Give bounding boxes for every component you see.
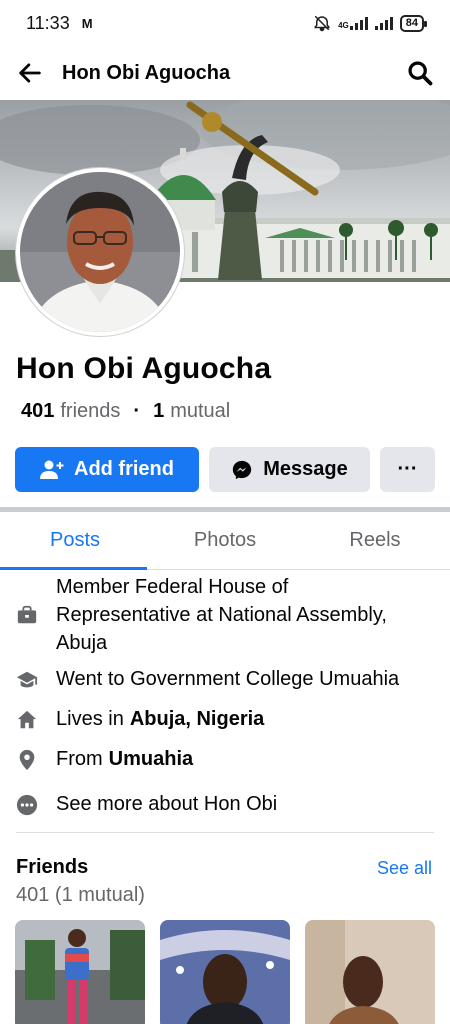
work-text: Member Federal House of Representative a… (56, 576, 387, 654)
briefcase-icon (17, 605, 37, 624)
carrier-icon: M (81, 15, 93, 31)
profile-avatar[interactable] (16, 168, 184, 336)
friends-count: 401 (21, 400, 55, 422)
profile-name: Hon Obi Aguocha (16, 352, 272, 385)
add-friend-label: Add friend (74, 458, 174, 480)
location-pin-icon (19, 749, 35, 770)
profile-tabs: Posts Photos Reels (0, 512, 450, 570)
graduation-cap-icon (16, 671, 38, 687)
alarm-off-icon (314, 15, 330, 32)
friends-divider (16, 832, 434, 833)
tab-posts[interactable]: Posts (0, 512, 150, 570)
intro-education: Went to Government College Umuahia (16, 668, 399, 691)
mutual-count: 1 (153, 400, 165, 422)
intro-lives: Lives in Abuja, Nigeria (16, 708, 264, 731)
signal-icon (349, 16, 368, 30)
friend-thumbnail[interactable] (305, 920, 435, 1024)
status-bar: 11:33 M 4G 84 (0, 0, 450, 46)
friend-thumbnail[interactable] (15, 920, 145, 1024)
separator-dot: · (133, 400, 141, 422)
signal-icon-2 (374, 16, 393, 30)
network-icon: 4G (338, 16, 368, 30)
see-more-about[interactable]: See more about Hon Obi (16, 793, 277, 816)
add-friend-button[interactable]: Add friend (15, 447, 199, 492)
friend-photo-2 (160, 920, 290, 1024)
lives-prefix: Lives in (56, 708, 124, 730)
messenger-icon (233, 460, 252, 479)
search-icon[interactable] (406, 59, 434, 87)
top-bar: Hon Obi Aguocha (0, 46, 450, 100)
friend-counts: 401 friends · 1 mutual (21, 400, 230, 423)
from-prefix: From (56, 748, 103, 770)
add-person-icon (40, 460, 64, 479)
friend-thumbnail[interactable] (160, 920, 290, 1024)
more-circle-icon (16, 794, 38, 815)
status-icons: 4G 84 (313, 14, 428, 32)
message-label: Message (263, 458, 348, 480)
more-dots-icon: ··· (397, 458, 418, 480)
mutual-label: mutual (170, 400, 231, 422)
back-arrow-icon[interactable] (16, 59, 44, 87)
more-options-button[interactable]: ··· (380, 447, 435, 492)
education-text: Went to Government College Umuahia (56, 668, 400, 690)
home-icon (17, 710, 37, 728)
intro-from: From Umuahia (16, 748, 193, 771)
status-time: 11:33 (26, 12, 70, 33)
battery-icon: 84 (399, 14, 428, 32)
friends-label: friends (60, 400, 121, 422)
friends-heading: Friends (16, 856, 89, 878)
friend-photo-1 (15, 920, 145, 1024)
from-place[interactable]: Umuahia (109, 748, 193, 771)
see-all-friends-link[interactable]: See all (377, 858, 432, 879)
tab-reels[interactable]: Reels (300, 512, 450, 569)
see-more-text: See more about Hon Obi (56, 793, 278, 815)
friend-photo-3 (305, 920, 435, 1024)
friends-count-text: 401 (1 mutual) (16, 884, 145, 906)
avatar-portrait (20, 172, 180, 332)
network-type: 4G (338, 21, 349, 30)
page-title: Hon Obi Aguocha (62, 61, 231, 84)
tab-photos[interactable]: Photos (150, 512, 300, 569)
intro-work: Member Federal House of Representative a… (16, 573, 426, 657)
lives-place[interactable]: Abuja, Nigeria (130, 708, 264, 731)
message-button[interactable]: Message (209, 447, 370, 492)
